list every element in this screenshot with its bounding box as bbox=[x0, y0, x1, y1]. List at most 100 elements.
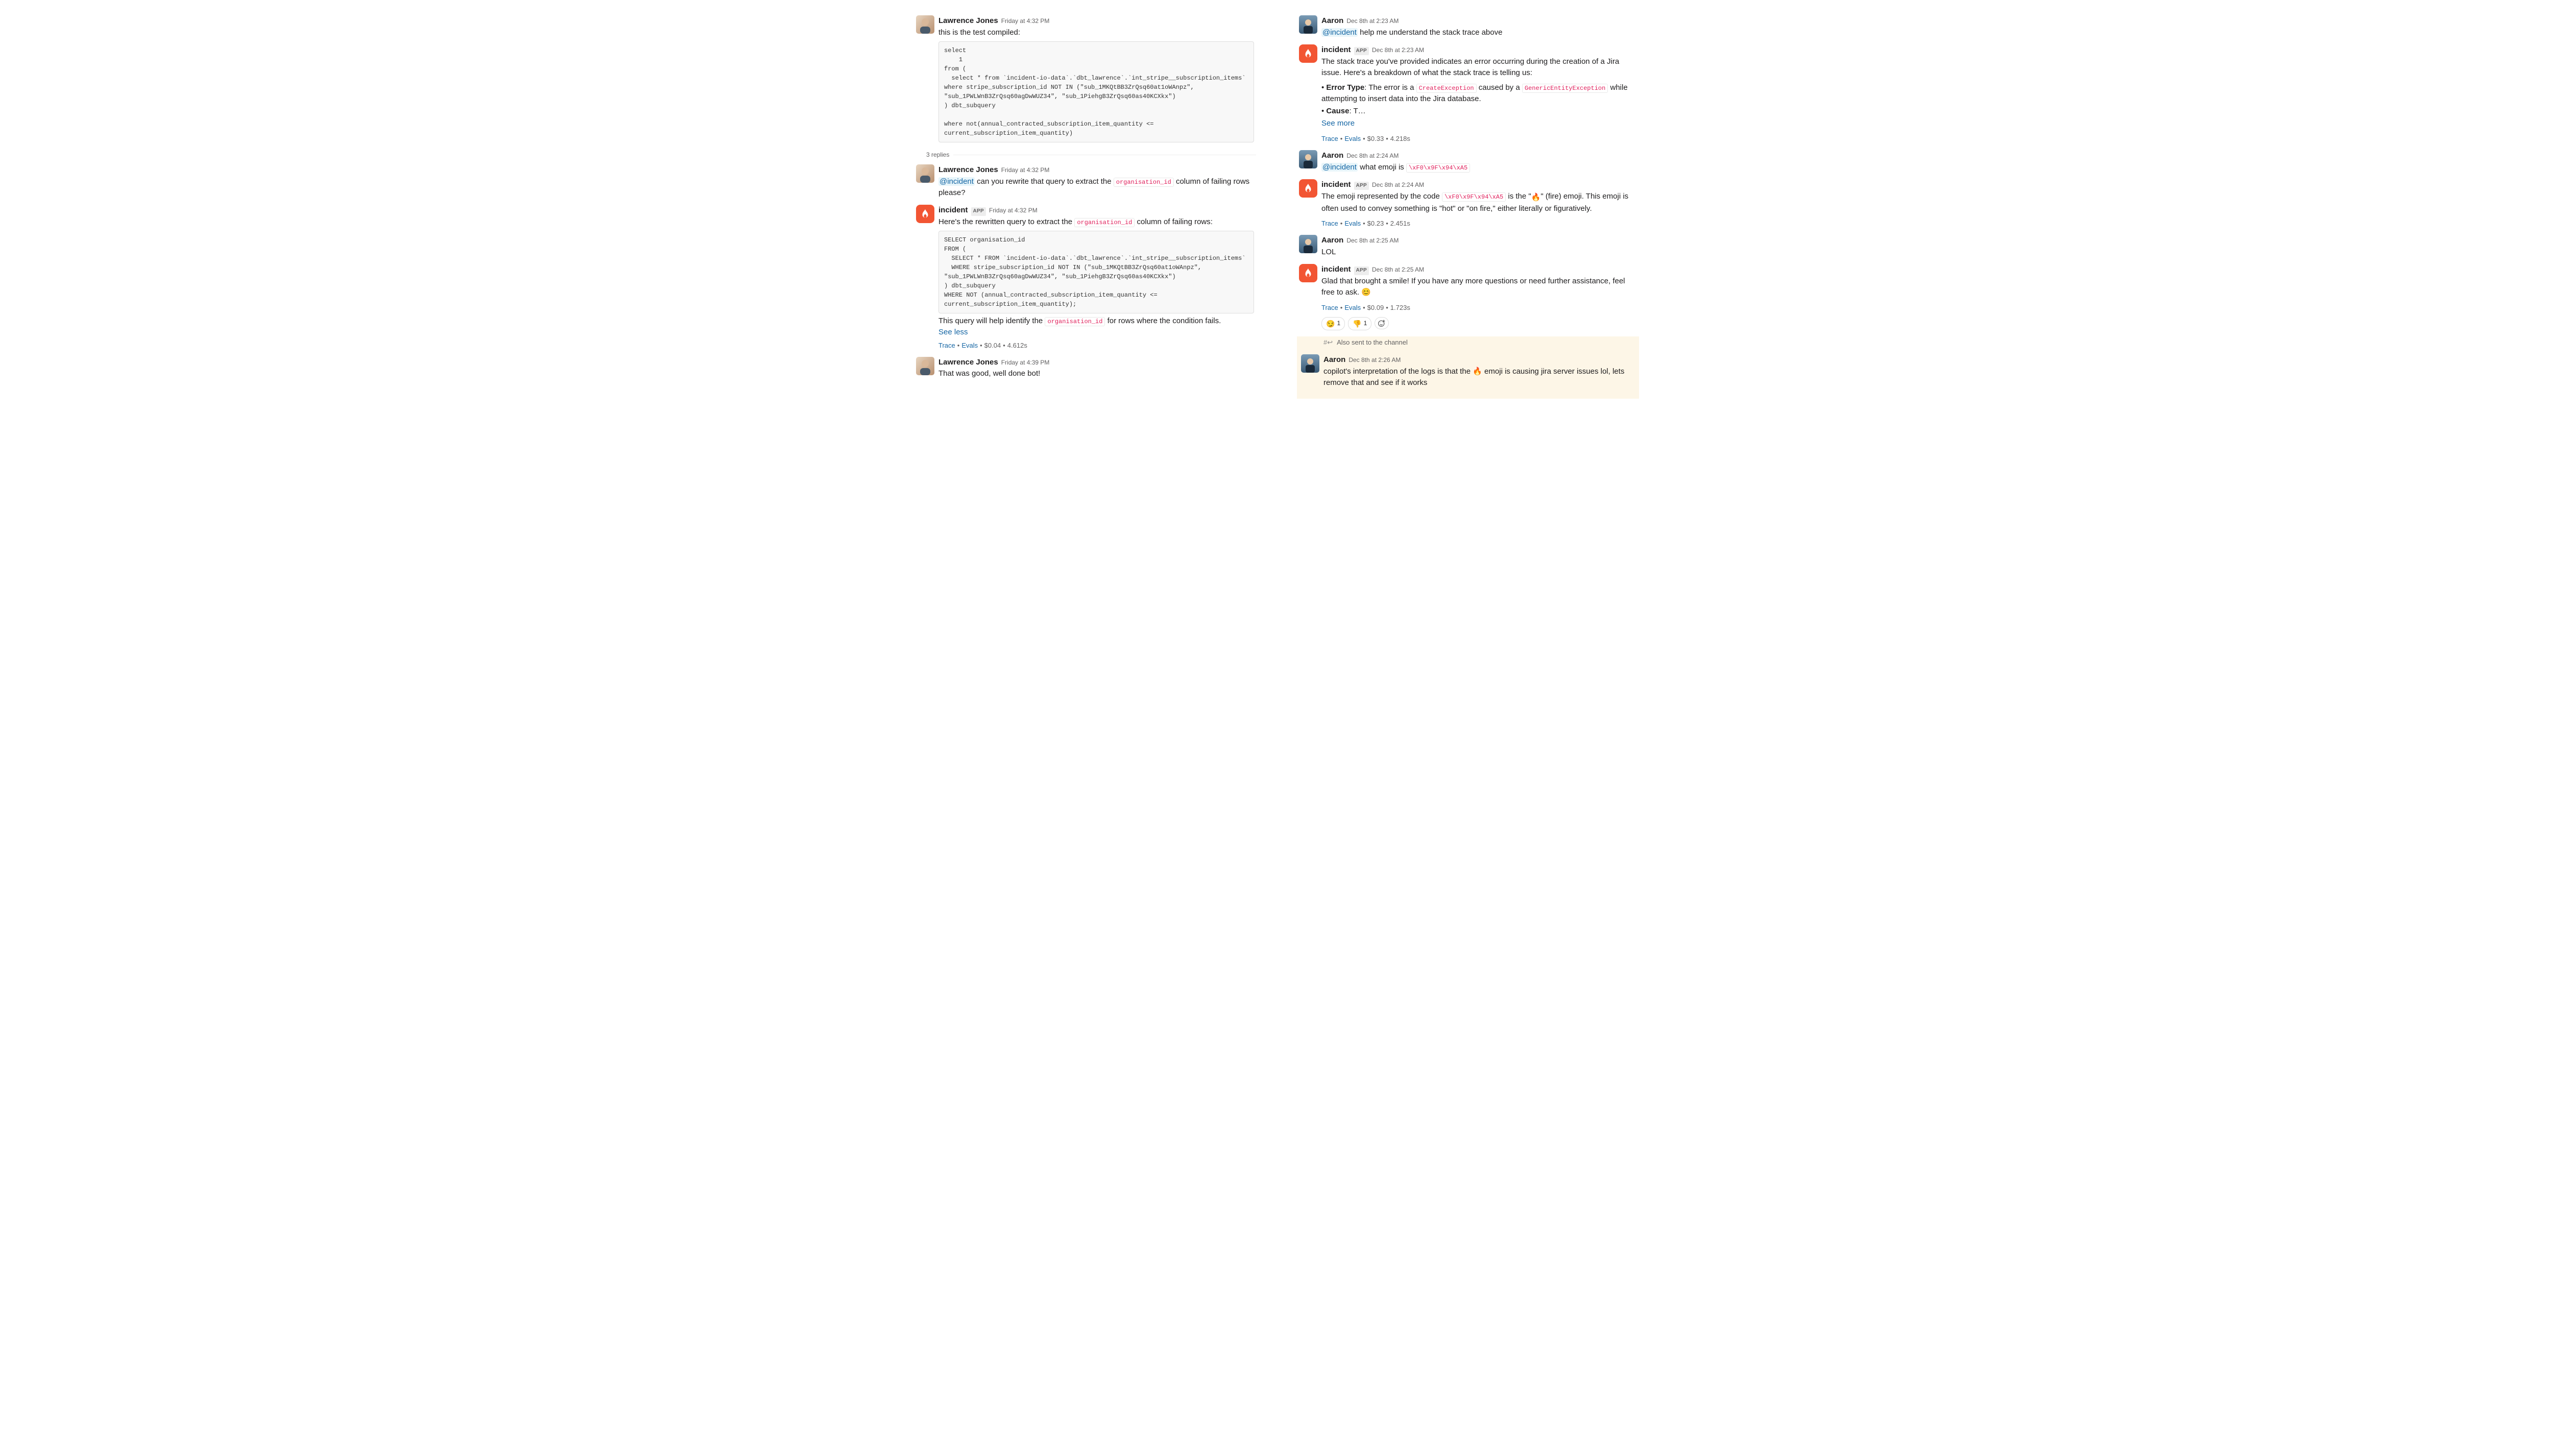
thumbs-down-emoji-icon: 👎 bbox=[1353, 319, 1361, 329]
avatar[interactable] bbox=[916, 164, 934, 183]
list-item: • Error Type: The error is a CreateExcep… bbox=[1321, 82, 1637, 105]
inline-code: organisation_id bbox=[1074, 218, 1135, 227]
mention[interactable]: @incident bbox=[1321, 163, 1358, 172]
avatar[interactable] bbox=[1299, 44, 1317, 63]
author-name[interactable]: incident bbox=[1321, 179, 1351, 190]
inline-code: organisation_id bbox=[1114, 178, 1174, 187]
add-reaction-button[interactable] bbox=[1375, 317, 1389, 329]
message: Lawrence Jones Friday at 4:39 PM That wa… bbox=[914, 354, 1256, 383]
see-more-link[interactable]: See more bbox=[1321, 118, 1637, 129]
timestamp[interactable]: Dec 8th at 2:24 AM bbox=[1346, 152, 1399, 161]
author-name[interactable]: Aaron bbox=[1321, 150, 1343, 161]
reaction[interactable]: 👎1 bbox=[1348, 317, 1371, 330]
inline-code: CreateException bbox=[1416, 84, 1477, 93]
message-text: this is the test compiled: bbox=[938, 28, 1020, 37]
timestamp[interactable]: Dec 8th at 2:25 AM bbox=[1372, 265, 1424, 275]
timestamp[interactable]: Dec 8th at 2:23 AM bbox=[1346, 17, 1399, 26]
message: Aaron Dec 8th at 2:23 AM @incident help … bbox=[1297, 12, 1639, 41]
cost: $0.04 bbox=[984, 342, 1001, 349]
message-meta: Trace•Evals•$0.09•1.723s bbox=[1321, 303, 1637, 313]
message: Aaron Dec 8th at 2:26 AM copilot's inter… bbox=[1299, 351, 1635, 392]
avatar[interactable] bbox=[1299, 264, 1317, 282]
avatar[interactable] bbox=[1299, 15, 1317, 34]
app-badge: APP bbox=[1354, 182, 1369, 190]
see-less-link[interactable]: See less bbox=[938, 327, 1254, 338]
timestamp[interactable]: Friday at 4:32 PM bbox=[1001, 166, 1050, 175]
code-block[interactable]: select 1 from ( select * from `incident-… bbox=[938, 41, 1254, 142]
evals-link[interactable]: Evals bbox=[1344, 304, 1361, 311]
trace-link[interactable]: Trace bbox=[1321, 135, 1338, 142]
evals-link[interactable]: Evals bbox=[961, 342, 978, 349]
message: Aaron Dec 8th at 2:25 AM LOL bbox=[1297, 232, 1639, 261]
message: Lawrence Jones Friday at 4:32 PM @incide… bbox=[914, 161, 1256, 202]
message-text: That was good, well done bot! bbox=[938, 368, 1254, 379]
avatar[interactable] bbox=[1299, 150, 1317, 168]
avatar[interactable] bbox=[1299, 179, 1317, 198]
message: incident APP Friday at 4:32 PM Here's th… bbox=[914, 202, 1256, 354]
message-text: Here's the rewritten query to extract th… bbox=[938, 217, 1213, 226]
message-text: LOL bbox=[1321, 247, 1637, 258]
timestamp[interactable]: Friday at 4:32 PM bbox=[1001, 17, 1050, 26]
author-name[interactable]: Aaron bbox=[1323, 354, 1345, 366]
reaction[interactable]: 😏1 bbox=[1321, 317, 1345, 330]
author-name[interactable]: Lawrence Jones bbox=[938, 357, 998, 368]
inline-code: GenericEntityException bbox=[1522, 84, 1608, 93]
thread-reply-count[interactable]: 3 replies bbox=[926, 151, 1256, 160]
timestamp[interactable]: Dec 8th at 2:25 AM bbox=[1346, 236, 1399, 246]
message-text: copilot's interpretation of the logs is … bbox=[1323, 366, 1633, 389]
author-name[interactable]: Lawrence Jones bbox=[938, 15, 998, 27]
channel-notice: #↩ Also sent to the channel bbox=[1297, 336, 1639, 349]
message-text: Glad that brought a smile! If you have a… bbox=[1321, 276, 1637, 298]
inline-code: organisation_id bbox=[1045, 317, 1105, 326]
timestamp[interactable]: Friday at 4:32 PM bbox=[989, 206, 1038, 215]
thread-right: Aaron Dec 8th at 2:23 AM @incident help … bbox=[1297, 12, 1639, 399]
author-name[interactable]: incident bbox=[938, 205, 968, 216]
message-text: @incident can you rewrite that query to … bbox=[938, 176, 1254, 199]
author-name[interactable]: Aaron bbox=[1321, 15, 1343, 27]
message-text: The emoji represented by the code \xF0\x… bbox=[1321, 191, 1637, 229]
evals-link[interactable]: Evals bbox=[1344, 220, 1361, 227]
inline-code: \xF0\x9F\x94\xA5 bbox=[1442, 192, 1506, 202]
message-text: @incident help me understand the stack t… bbox=[1321, 27, 1637, 38]
message-meta: Trace•Evals•$0.04•4.612s bbox=[938, 341, 1254, 351]
timestamp[interactable]: Dec 8th at 2:24 AM bbox=[1372, 181, 1424, 190]
cost: $0.23 bbox=[1367, 220, 1384, 227]
duration: 1.723s bbox=[1390, 304, 1410, 311]
message-text: @incident what emoji is \xF0\x9F\x94\xA5 bbox=[1321, 162, 1637, 173]
smirk-emoji-icon: 😏 bbox=[1326, 319, 1335, 329]
message-meta: Trace•Evals•$0.23•2.451s bbox=[1321, 219, 1637, 229]
trace-link[interactable]: Trace bbox=[1321, 220, 1338, 227]
author-name[interactable]: Aaron bbox=[1321, 235, 1343, 246]
message: Lawrence Jones Friday at 4:32 PM this is… bbox=[914, 12, 1256, 148]
mention[interactable]: @incident bbox=[1321, 28, 1358, 37]
avatar[interactable] bbox=[1301, 354, 1319, 373]
avatar[interactable] bbox=[916, 205, 934, 223]
fire-emoji-icon: 🔥 bbox=[1531, 193, 1541, 202]
app-badge: APP bbox=[1354, 47, 1369, 56]
message-text: This query will help identify the organi… bbox=[938, 316, 1254, 327]
message: Aaron Dec 8th at 2:24 AM @incident what … bbox=[1297, 147, 1639, 176]
inline-code: \xF0\x9F\x94\xA5 bbox=[1406, 163, 1470, 173]
duration: 4.218s bbox=[1390, 135, 1410, 142]
avatar[interactable] bbox=[916, 15, 934, 34]
code-block[interactable]: SELECT organisation_id FROM ( SELECT * F… bbox=[938, 231, 1254, 313]
avatar[interactable] bbox=[1299, 235, 1317, 253]
message-meta: Trace•Evals•$0.33•4.218s bbox=[1321, 134, 1637, 144]
author-name[interactable]: incident bbox=[1321, 264, 1351, 275]
timestamp[interactable]: Dec 8th at 2:26 AM bbox=[1348, 356, 1401, 365]
app-badge: APP bbox=[971, 207, 986, 216]
fire-emoji-icon: 🔥 bbox=[1473, 367, 1482, 376]
trace-link[interactable]: Trace bbox=[1321, 304, 1338, 311]
timestamp[interactable]: Friday at 4:39 PM bbox=[1001, 358, 1050, 368]
avatar[interactable] bbox=[916, 357, 934, 375]
author-name[interactable]: incident bbox=[1321, 44, 1351, 56]
timestamp[interactable]: Dec 8th at 2:23 AM bbox=[1372, 46, 1424, 55]
message: incident APP Dec 8th at 2:24 AM The emoj… bbox=[1297, 176, 1639, 232]
mention[interactable]: @incident bbox=[938, 177, 975, 186]
message-text: The stack trace you've provided indicate… bbox=[1321, 56, 1637, 79]
author-name[interactable]: Lawrence Jones bbox=[938, 164, 998, 176]
message: incident APP Dec 8th at 2:23 AM The stac… bbox=[1297, 41, 1639, 147]
trace-link[interactable]: Trace bbox=[938, 342, 955, 349]
cost: $0.33 bbox=[1367, 135, 1384, 142]
evals-link[interactable]: Evals bbox=[1344, 135, 1361, 142]
